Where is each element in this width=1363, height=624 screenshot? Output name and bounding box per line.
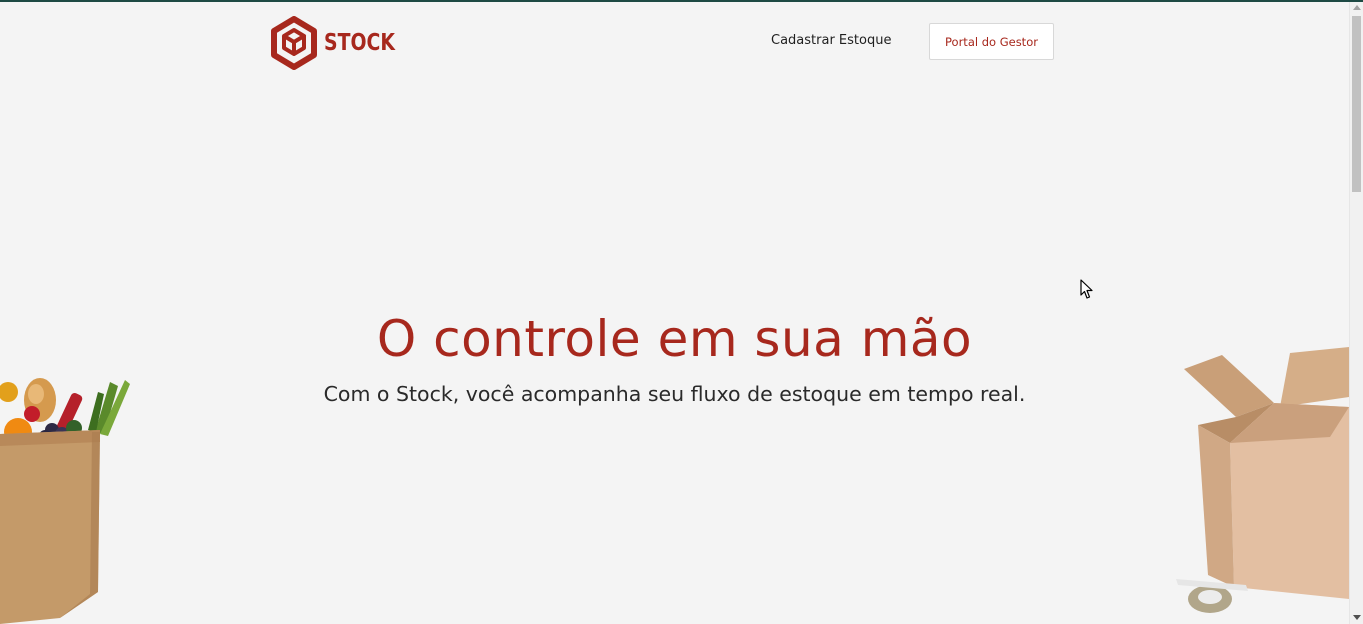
landing-page: STOCK Cadastrar Estoque Portal do Gestor… [0, 2, 1349, 624]
hero-title: O controle em sua mão [376, 310, 973, 368]
mouse-cursor-icon [1080, 279, 1094, 304]
scroll-down-icon[interactable] [1353, 615, 1361, 620]
logo-text: STOCK [324, 30, 395, 56]
vertical-scrollbar[interactable] [1349, 2, 1363, 624]
hexagon-cube-icon [270, 16, 318, 70]
hero-subtitle: Com o Stock, você acompanha seu fluxo de… [323, 382, 1026, 406]
scrollbar-thumb[interactable] [1352, 16, 1361, 192]
logo[interactable]: STOCK [270, 16, 411, 70]
portal-do-gestor-button[interactable]: Portal do Gestor [929, 23, 1054, 60]
scroll-up-icon[interactable] [1353, 5, 1361, 10]
nav-link-cadastrar-estoque[interactable]: Cadastrar Estoque [771, 33, 891, 48]
grocery-bag-icon [0, 372, 135, 624]
cardboard-box-icon [1170, 347, 1349, 624]
